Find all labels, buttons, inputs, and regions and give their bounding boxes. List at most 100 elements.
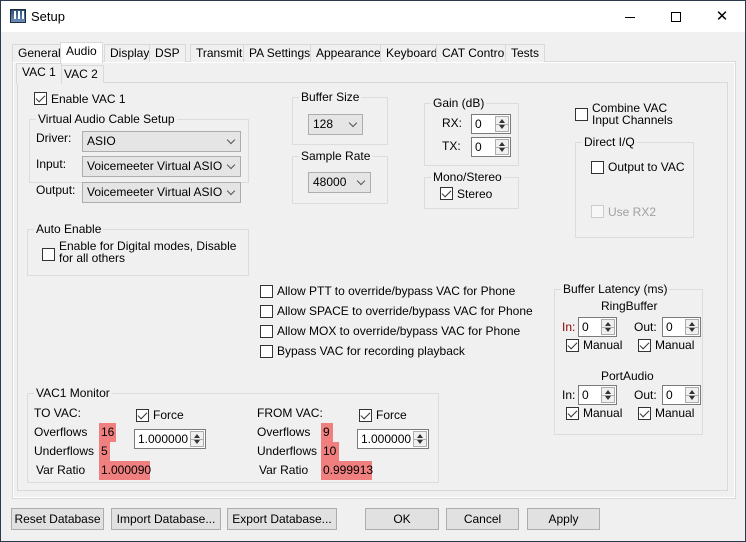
from-vac-underflows-label: Underflows — [257, 444, 318, 458]
output-select[interactable]: Voicemeeter Virtual ASIO — [82, 182, 241, 203]
buffer-size-title: Buffer Size — [299, 90, 362, 104]
portaudio-out-label: Out: — [634, 388, 657, 402]
allow-mox-label: Allow MOX to override/bypass VAC for Pho… — [277, 324, 521, 338]
combine-vac-label: Combine VAC Input Channels — [592, 102, 673, 126]
portaudio-out-manual-label: Manual — [655, 406, 695, 420]
portaudio-in-value: 0 — [582, 388, 589, 402]
tab-general[interactable]: General — [12, 44, 67, 62]
allow-space-checkbox[interactable] — [260, 305, 273, 318]
enable-vac1-checkbox[interactable] — [34, 92, 47, 105]
close-button[interactable]: ✕ — [699, 1, 745, 32]
gain-title: Gain (dB) — [431, 96, 487, 110]
spinner-arrows-icon[interactable] — [685, 319, 699, 335]
setup-window: Setup ✕ General Audio Display DSP Transm… — [0, 0, 746, 542]
spinner-arrows-icon[interactable] — [685, 387, 699, 403]
output-to-vac-checkbox[interactable] — [591, 161, 604, 174]
allow-space-label: Allow SPACE to override/bypass VAC for P… — [277, 304, 533, 318]
portaudio-in-manual-label: Manual — [583, 406, 623, 420]
rx-gain-spinner[interactable]: 0 — [471, 114, 511, 134]
rx-gain-value: 0 — [475, 117, 482, 131]
subtab-vac2[interactable]: VAC 2 — [58, 65, 104, 83]
ringbuffer-in-label: In: — [562, 320, 576, 334]
tab-transmit[interactable]: Transmit — [190, 44, 249, 62]
from-vac-label: FROM VAC: — [257, 406, 323, 420]
auto-enable-checkbox[interactable] — [42, 248, 55, 261]
buffer-latency-title: Buffer Latency (ms) — [561, 282, 670, 296]
portaudio-in-label: In: — [562, 388, 576, 402]
bypass-recording-label: Bypass VAC for recording playback — [277, 344, 465, 358]
to-vac-force-label: Force — [153, 408, 184, 422]
portaudio-in-manual-checkbox[interactable] — [566, 407, 579, 420]
from-vac-force-value: 1.000000 — [361, 432, 412, 446]
vac1-monitor-title: VAC1 Monitor — [34, 386, 112, 400]
stereo-checkbox[interactable] — [440, 187, 453, 200]
tab-display[interactable]: Display — [104, 44, 156, 62]
ringbuffer-in-value: 0 — [582, 320, 589, 334]
allow-ptt-checkbox[interactable] — [260, 285, 273, 298]
input-select[interactable]: Voicemeeter Virtual ASIO — [82, 156, 241, 177]
tx-gain-spinner[interactable]: 0 — [471, 137, 511, 157]
input-label: Input: — [36, 157, 67, 171]
apply-button[interactable]: Apply — [527, 508, 600, 530]
spinner-arrows-icon[interactable] — [495, 116, 509, 132]
allow-mox-checkbox[interactable] — [260, 325, 273, 338]
to-vac-force-spinner[interactable]: 1.000000 — [134, 429, 206, 449]
import-database-button[interactable]: Import Database... — [111, 508, 221, 530]
export-database-button[interactable]: Export Database... — [227, 508, 337, 530]
tab-appearance[interactable]: Appearance — [310, 44, 387, 62]
from-vac-underflows-value: 10 — [321, 442, 339, 461]
portaudio-in-spinner[interactable]: 0 — [578, 385, 617, 405]
ringbuffer-in-spinner[interactable]: 0 — [578, 317, 617, 337]
chevron-down-icon — [226, 186, 236, 196]
spinner-arrows-icon[interactable] — [495, 139, 509, 155]
reset-database-button[interactable]: Reset Database — [11, 508, 104, 530]
ok-button[interactable]: OK — [365, 508, 439, 530]
spinner-arrows-icon[interactable] — [601, 387, 615, 403]
portaudio-out-manual-checkbox[interactable] — [638, 407, 651, 420]
driver-select[interactable]: ASIO — [82, 131, 241, 152]
output-label: Output: — [36, 183, 76, 197]
window-title: Setup — [31, 9, 65, 24]
buffer-size-select[interactable]: 128 — [308, 114, 363, 135]
combine-vac-checkbox[interactable] — [575, 108, 588, 121]
ringbuffer-out-label: Out: — [634, 320, 657, 334]
to-vac-label: TO VAC: — [34, 406, 81, 420]
output-to-vac-label: Output to VAC — [608, 160, 685, 174]
spinner-arrows-icon[interactable] — [190, 431, 204, 447]
subtab-vac1[interactable]: VAC 1 — [16, 63, 62, 84]
ringbuffer-in-manual-checkbox[interactable] — [566, 339, 579, 352]
ringbuffer-out-manual-checkbox[interactable] — [638, 339, 651, 352]
spinner-arrows-icon[interactable] — [413, 431, 427, 447]
buffer-size-value: 128 — [313, 117, 334, 131]
tab-cat-control[interactable]: CAT Control — [436, 44, 513, 62]
output-value: Voicemeeter Virtual ASIO — [87, 185, 223, 199]
sample-rate-value: 48000 — [313, 175, 347, 189]
tab-tests[interactable]: Tests — [505, 44, 546, 62]
tab-dsp[interactable]: DSP — [149, 44, 186, 62]
sample-rate-title: Sample Rate — [299, 149, 373, 163]
from-vac-force-checkbox[interactable] — [359, 409, 372, 422]
maximize-button[interactable] — [653, 1, 699, 32]
title-bar[interactable]: Setup ✕ — [1, 1, 745, 32]
ringbuffer-out-spinner[interactable]: 0 — [662, 317, 701, 337]
combine-vac-label-line2: Input Channels — [592, 113, 673, 127]
portaudio-title: PortAudio — [601, 369, 654, 383]
sample-rate-select[interactable]: 48000 — [308, 172, 371, 193]
tab-audio[interactable]: Audio — [60, 42, 103, 63]
allow-ptt-label: Allow PTT to override/bypass VAC for Pho… — [277, 284, 516, 298]
tab-pa-settings[interactable]: PA Settings — [243, 44, 317, 62]
to-vac-force-checkbox[interactable] — [136, 409, 149, 422]
cancel-button[interactable]: Cancel — [446, 508, 519, 530]
minimize-button[interactable] — [607, 1, 653, 32]
driver-value: ASIO — [87, 134, 116, 148]
chevron-down-icon — [356, 176, 366, 186]
maximize-icon — [671, 12, 681, 23]
from-vac-force-spinner[interactable]: 1.000000 — [357, 429, 429, 449]
spinner-arrows-icon[interactable] — [601, 319, 615, 335]
ringbuffer-out-manual-label: Manual — [655, 338, 695, 352]
bypass-recording-checkbox[interactable] — [260, 345, 273, 358]
driver-label: Driver: — [36, 131, 72, 145]
to-vac-underflows-label: Underflows — [34, 444, 95, 458]
tab-keyboard[interactable]: Keyboard — [380, 44, 444, 62]
portaudio-out-spinner[interactable]: 0 — [662, 385, 701, 405]
